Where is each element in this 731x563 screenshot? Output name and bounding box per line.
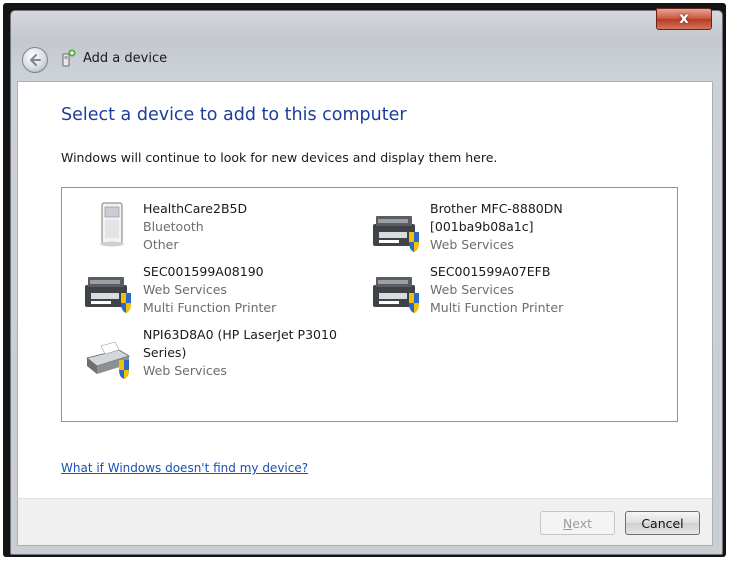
device-texts: HealthCare2B5D Bluetooth Other [143, 200, 247, 254]
device-list[interactable]: HealthCare2B5D Bluetooth Other Brother M… [61, 187, 678, 422]
device-type: Web Services [143, 363, 227, 378]
help-link[interactable]: What if Windows doesn't find my device? [61, 461, 308, 475]
multifunction-printer-icon [373, 216, 419, 252]
device-texts: NPI63D8A0 (HP LaserJet P3010 Series) Web… [143, 326, 337, 380]
device-name: HealthCare2B5D [143, 201, 248, 216]
device-name: NPI63D8A0 (HP LaserJet P3010 [143, 327, 337, 342]
device-texts: Brother MFC-8880DN [001ba9b08a1c] Web Se… [430, 200, 563, 254]
device-name: SEC001599A07EFB [430, 264, 551, 279]
device-category: Other [143, 237, 179, 252]
device-type: Bluetooth [143, 219, 204, 234]
device-category: Multi Function Printer [143, 300, 277, 315]
next-label-mnemonic: N [562, 516, 573, 531]
window-title: Add a device [83, 51, 168, 66]
device-type: Web Services [430, 237, 514, 252]
list-item[interactable]: Brother MFC-8880DN [001ba9b08a1c] Web Se… [369, 200, 659, 258]
close-icon: x [679, 9, 689, 27]
close-button[interactable]: x [656, 8, 712, 30]
instruction-text: Windows will continue to look for new de… [61, 150, 498, 165]
page-heading: Select a device to add to this computer [61, 105, 407, 125]
back-button[interactable] [22, 47, 48, 73]
device-id: [001ba9b08a1c] [430, 219, 534, 234]
laser-printer-icon [86, 341, 130, 379]
back-arrow-icon [30, 54, 41, 66]
next-button[interactable]: Next [540, 511, 615, 535]
next-label-rest: ext [572, 516, 593, 531]
generic-device-icon [100, 202, 124, 247]
list-item[interactable]: SEC001599A07EFB Web Services Multi Funct… [369, 263, 659, 321]
cancel-button[interactable]: Cancel [625, 511, 700, 535]
device-name-continued: Series) [143, 345, 187, 360]
add-device-icon [62, 49, 76, 67]
device-category: Multi Function Printer [430, 300, 564, 315]
multifunction-printer-icon [85, 277, 131, 313]
list-item[interactable]: HealthCare2B5D Bluetooth Other [89, 200, 359, 258]
list-item[interactable]: SEC001599A08190 Web Services Multi Funct… [81, 263, 361, 321]
device-texts: SEC001599A08190 Web Services Multi Funct… [143, 263, 276, 317]
list-item[interactable]: NPI63D8A0 (HP LaserJet P3010 Series) Web… [81, 326, 361, 384]
device-name: SEC001599A08190 [143, 264, 264, 279]
multifunction-printer-icon [373, 277, 419, 313]
device-type: Web Services [143, 282, 227, 297]
device-texts: SEC001599A07EFB Web Services Multi Funct… [430, 263, 563, 317]
device-name: Brother MFC-8880DN [430, 201, 563, 216]
device-type: Web Services [430, 282, 514, 297]
